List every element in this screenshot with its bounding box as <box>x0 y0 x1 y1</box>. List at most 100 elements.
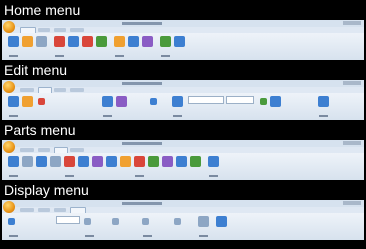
open-icon[interactable] <box>22 36 33 47</box>
part-icon[interactable] <box>208 156 219 167</box>
window-title-text <box>122 22 162 25</box>
label-marker <box>143 235 152 237</box>
select-icon[interactable] <box>8 96 19 107</box>
label-marker <box>9 55 18 57</box>
paste-icon[interactable] <box>82 36 93 47</box>
flip-icon[interactable] <box>260 98 267 105</box>
delete-icon[interactable] <box>38 98 45 105</box>
label-marker <box>319 115 328 117</box>
guide-icon[interactable] <box>174 218 181 225</box>
link-icon[interactable] <box>150 98 157 105</box>
part-icon[interactable] <box>176 156 187 167</box>
size-field[interactable] <box>226 96 254 104</box>
part-icon[interactable] <box>106 156 117 167</box>
window-icon[interactable] <box>198 216 209 227</box>
part-icon[interactable] <box>162 156 173 167</box>
grid-icon[interactable] <box>84 218 91 225</box>
part-icon[interactable] <box>148 156 159 167</box>
label-marker <box>173 115 182 117</box>
parts-menu-screenshot <box>2 140 364 180</box>
edit-menu-section: Edit menu <box>0 60 366 120</box>
label-marker <box>9 115 18 117</box>
parts-ribbon <box>2 153 364 180</box>
new-icon[interactable] <box>8 36 19 47</box>
tab-home[interactable] <box>20 148 34 152</box>
part-icon[interactable] <box>120 156 131 167</box>
home-menu-screenshot <box>2 20 364 60</box>
application-orb-icon[interactable] <box>3 141 15 153</box>
save-icon[interactable] <box>36 36 47 47</box>
ruler-icon[interactable] <box>112 218 119 225</box>
part-icon[interactable] <box>64 156 75 167</box>
display-menu-title: Display menu <box>4 182 89 198</box>
tab-display[interactable] <box>70 28 84 32</box>
edit-menu-title: Edit menu <box>4 62 68 78</box>
part-icon[interactable] <box>22 156 33 167</box>
tab-display[interactable] <box>70 148 84 152</box>
check-icon[interactable] <box>160 36 171 47</box>
part-icon[interactable] <box>190 156 201 167</box>
move-icon[interactable] <box>22 96 33 107</box>
tab-home[interactable] <box>20 88 34 92</box>
tab-display[interactable] <box>70 88 84 92</box>
align-icon[interactable] <box>102 96 113 107</box>
rotate-icon[interactable] <box>116 96 127 107</box>
window-controls[interactable] <box>343 141 361 145</box>
window-controls[interactable] <box>343 201 361 205</box>
home-menu-section: Home menu <box>0 0 366 60</box>
tab-home[interactable] <box>20 208 34 212</box>
part-icon[interactable] <box>36 156 47 167</box>
window-controls[interactable] <box>343 81 361 85</box>
window-controls[interactable] <box>343 21 361 25</box>
refresh-icon[interactable] <box>216 216 227 227</box>
font-field[interactable] <box>188 96 224 104</box>
application-orb-icon[interactable] <box>3 21 15 33</box>
home-ribbon <box>2 33 364 60</box>
label-marker <box>115 55 124 57</box>
tab-edit[interactable] <box>38 28 50 32</box>
window-title-text <box>122 142 162 145</box>
application-orb-icon[interactable] <box>3 201 15 213</box>
display-ribbon <box>2 213 364 240</box>
cut-icon[interactable] <box>54 36 65 47</box>
label-marker <box>161 55 170 57</box>
layer-icon[interactable] <box>142 218 149 225</box>
window-title-text <box>122 82 162 85</box>
zoom-field[interactable] <box>56 216 80 224</box>
undo-icon[interactable] <box>96 36 107 47</box>
label-marker <box>199 235 208 237</box>
label-marker <box>9 175 18 177</box>
part-icon[interactable] <box>134 156 145 167</box>
part-icon[interactable] <box>92 156 103 167</box>
window-title-text <box>122 202 162 205</box>
tab-parts[interactable] <box>54 208 66 212</box>
display-menu-section: Display menu <box>0 180 366 240</box>
tab-parts[interactable] <box>54 88 66 92</box>
label-marker <box>65 175 74 177</box>
grid-icon[interactable] <box>172 96 183 107</box>
display-menu-screenshot <box>2 200 364 240</box>
parts-menu-title: Parts menu <box>4 122 76 138</box>
part-icon[interactable] <box>78 156 89 167</box>
view-icon[interactable] <box>8 218 15 225</box>
parts-menu-section: Parts menu <box>0 120 366 180</box>
edit-ribbon <box>2 93 364 120</box>
edit-menu-screenshot <box>2 80 364 120</box>
copy-icon[interactable] <box>68 36 79 47</box>
insert-icon[interactable] <box>114 36 125 47</box>
label-marker <box>9 235 18 237</box>
group-icon[interactable] <box>270 96 281 107</box>
application-orb-icon[interactable] <box>3 81 15 93</box>
part-icon[interactable] <box>50 156 61 167</box>
shape-icon[interactable] <box>128 36 139 47</box>
home-menu-title: Home menu <box>4 2 81 18</box>
color-icon[interactable] <box>142 36 153 47</box>
part-icon[interactable] <box>8 156 19 167</box>
export-icon[interactable] <box>174 36 185 47</box>
tab-parts[interactable] <box>54 28 66 32</box>
tab-edit[interactable] <box>38 148 50 152</box>
properties-icon[interactable] <box>318 96 329 107</box>
label-marker <box>135 175 144 177</box>
tab-edit[interactable] <box>38 208 50 212</box>
label-marker <box>85 235 94 237</box>
